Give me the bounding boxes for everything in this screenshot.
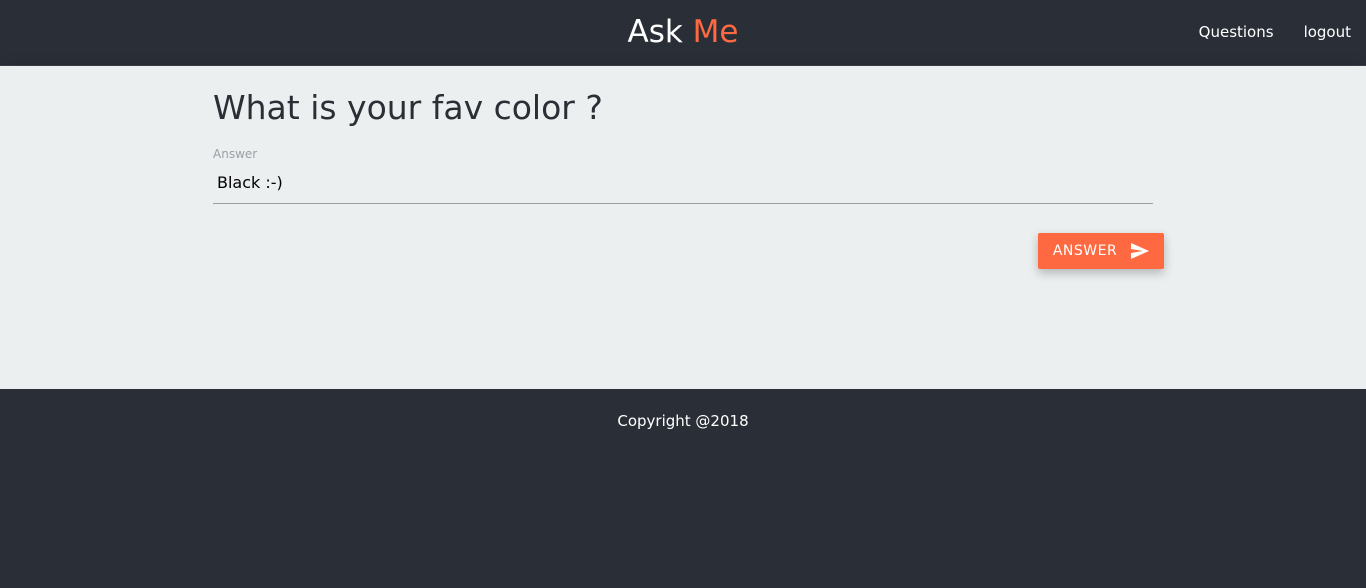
logout-link[interactable]: logout [1304, 22, 1351, 42]
answer-field-label: Answer [213, 147, 258, 161]
brand-prefix: Ask [627, 14, 683, 50]
brand-accent: Me [692, 14, 739, 50]
answer-input[interactable] [213, 162, 1153, 204]
footer: Copyright @2018 [0, 389, 1366, 588]
answer-button[interactable]: ANSWER [1038, 233, 1164, 269]
send-icon [1131, 243, 1150, 259]
answer-field: Answer [213, 146, 1153, 204]
nav-links: Questions logout [1199, 22, 1351, 42]
answer-form-section: What is your fav color ? Answer ANSWER [0, 66, 1366, 389]
copyright-text: Copyright @2018 [617, 412, 749, 430]
questions-link[interactable]: Questions [1199, 22, 1274, 42]
top-navbar: Ask Me Questions logout [0, 0, 1366, 66]
question-title: What is your fav color ? [213, 88, 603, 127]
brand-logo[interactable]: Ask Me [0, 13, 1366, 51]
answer-button-label: ANSWER [1052, 243, 1118, 259]
